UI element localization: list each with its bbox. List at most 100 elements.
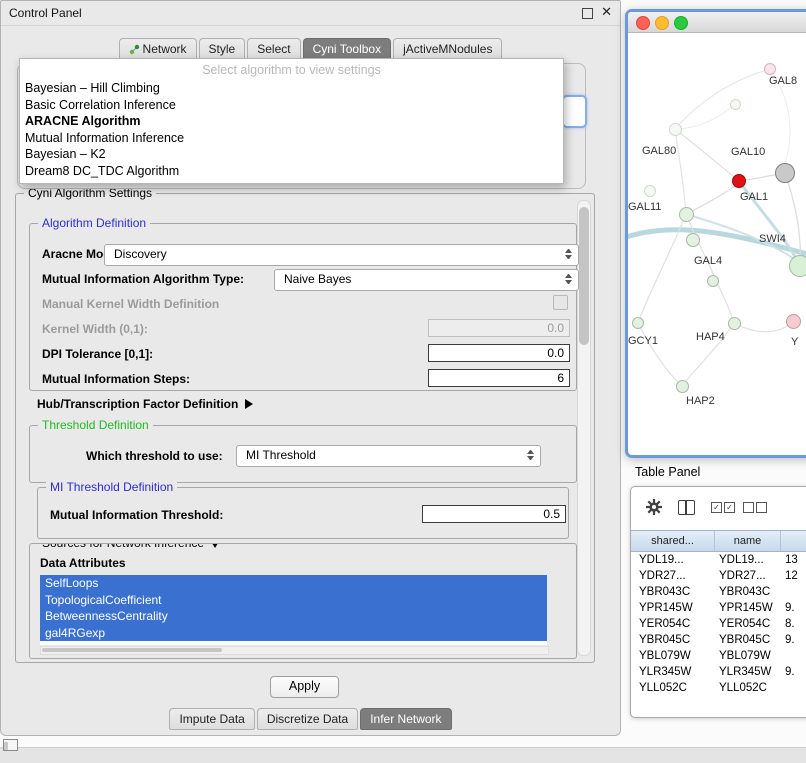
table-cell: 13 bbox=[781, 554, 806, 566]
table-cell: YBL079W bbox=[631, 650, 715, 662]
table-header-row: shared...name bbox=[631, 530, 806, 552]
algorithm-option[interactable]: Bayesian – K2 bbox=[20, 146, 563, 163]
network-node[interactable] bbox=[764, 63, 776, 75]
algorithm-combobox-fragment[interactable] bbox=[562, 95, 587, 128]
table-columns-icon[interactable] bbox=[678, 500, 695, 515]
network-node[interactable] bbox=[789, 255, 806, 277]
algorithm-option[interactable]: Dream8 DC_TDC Algorithm bbox=[20, 163, 563, 180]
dpi-tolerance-field[interactable]: 0.0 bbox=[428, 344, 570, 362]
tab-discretize-data[interactable]: Discretize Data bbox=[257, 708, 358, 730]
float-window-icon[interactable] bbox=[582, 8, 593, 19]
select-all-checkboxes-icon[interactable]: ✓✓ bbox=[711, 502, 735, 513]
algorithm-option-list: Bayesian – Hill ClimbingBasic Correlatio… bbox=[20, 80, 563, 179]
tab-style[interactable]: Style bbox=[199, 38, 246, 60]
algorithm-option[interactable]: Basic Correlation Inference bbox=[20, 97, 563, 114]
table-panel-title: Table Panel bbox=[635, 465, 700, 479]
network-node-label: HAP4 bbox=[696, 331, 725, 343]
network-node[interactable] bbox=[679, 207, 694, 222]
mi-steps-field[interactable]: 6 bbox=[428, 369, 570, 387]
mi-threshold-field[interactable]: 0.5 bbox=[422, 505, 566, 523]
tab-network[interactable]: Network bbox=[119, 38, 197, 60]
settings-scrollbar[interactable] bbox=[577, 200, 591, 656]
network-node[interactable] bbox=[669, 123, 682, 136]
panel-dock-icon[interactable] bbox=[3, 739, 18, 751]
network-node-label: HAP2 bbox=[686, 395, 715, 407]
which-threshold-value: MI Threshold bbox=[246, 448, 316, 462]
network-canvas[interactable]: GAL8GAL80GAL10GAL11GAL1SWI4GAL4GCY1HAP4H… bbox=[628, 33, 806, 449]
table-row[interactable]: YLL052CYLL052C bbox=[631, 680, 806, 696]
table-row[interactable]: YBL079WYBL079W bbox=[631, 648, 806, 664]
table-row[interactable]: YLR345WYLR345W9. bbox=[631, 664, 806, 680]
table-row[interactable]: YBR043CYBR043C bbox=[631, 584, 806, 600]
settings-scrollbar-thumb[interactable] bbox=[579, 207, 589, 345]
algorithm-placeholder: Select algorithm to view settings bbox=[20, 59, 563, 80]
algorithm-option[interactable]: Bayesian – Hill Climbing bbox=[20, 80, 563, 97]
close-icon[interactable]: ✕ bbox=[601, 4, 612, 20]
network-node[interactable] bbox=[707, 275, 719, 287]
deselect-all-checkboxes-icon[interactable] bbox=[743, 502, 767, 513]
network-node[interactable] bbox=[786, 314, 801, 329]
attribute-list-item[interactable]: TopologicalCoefficient bbox=[40, 592, 547, 609]
network-node[interactable] bbox=[775, 163, 795, 183]
network-node[interactable] bbox=[732, 174, 746, 188]
minimize-traffic-light-icon[interactable] bbox=[655, 16, 669, 30]
gear-icon[interactable] bbox=[645, 498, 663, 516]
network-node[interactable] bbox=[686, 233, 700, 247]
table-row[interactable]: YER054CYER054C8. bbox=[631, 616, 806, 632]
table-cell: YBR045C bbox=[715, 634, 781, 646]
zoom-traffic-light-icon[interactable] bbox=[674, 16, 688, 30]
tab-cyni-toolbox[interactable]: Cyni Toolbox bbox=[303, 38, 391, 60]
hub-definition-label: Hub/Transcription Factor Definition bbox=[37, 397, 238, 411]
tab-impute-data[interactable]: Impute Data bbox=[169, 708, 254, 730]
network-node[interactable] bbox=[676, 380, 689, 393]
table-cell: 9. bbox=[781, 634, 806, 646]
table-cell: YDL19... bbox=[715, 554, 781, 566]
network-node[interactable] bbox=[644, 185, 656, 197]
table-header-cell[interactable]: name bbox=[715, 531, 781, 551]
algorithm-option[interactable]: ARACNE Algorithm bbox=[20, 113, 563, 130]
network-node-label: Y bbox=[791, 336, 798, 348]
apply-button[interactable]: Apply bbox=[270, 676, 339, 698]
control-panel-titlebar: Control Panel ✕ bbox=[1, 1, 620, 26]
table-panel-window: ✓✓ shared...name YDL19...YDL19...13YDR27… bbox=[630, 486, 806, 718]
hub-definition-expander[interactable]: Hub/Transcription Factor Definition bbox=[37, 397, 253, 411]
aracne-mode-select[interactable]: Discovery bbox=[104, 244, 579, 266]
network-window-titlebar[interactable] bbox=[628, 12, 806, 33]
close-traffic-light-icon[interactable] bbox=[636, 16, 650, 30]
mi-type-select[interactable]: Naive Bayes bbox=[274, 269, 579, 291]
which-threshold-select[interactable]: MI Threshold bbox=[236, 445, 541, 467]
kernel-width-field[interactable]: 0.0 bbox=[428, 319, 570, 337]
threshold-definition-legend: Threshold Definition bbox=[38, 418, 153, 432]
network-node[interactable] bbox=[730, 99, 741, 110]
network-node[interactable] bbox=[632, 317, 644, 329]
sources-legend[interactable]: Sources for Network Inference bbox=[38, 543, 224, 550]
table-toolbar: ✓✓ bbox=[631, 487, 806, 530]
table-row[interactable]: YBR045CYBR045C9. bbox=[631, 632, 806, 648]
attribute-list-item[interactable]: gal4RGexp bbox=[40, 625, 547, 642]
table-row[interactable]: YDL19...YDL19...13 bbox=[631, 552, 806, 568]
tab-label: Cyni Toolbox bbox=[313, 42, 381, 57]
table-row[interactable]: YDR27...YDR27...12 bbox=[631, 568, 806, 584]
attribute-list-item[interactable]: SelfLoops bbox=[40, 575, 547, 592]
control-panel: Control Panel ✕ Network Style Select Cyn… bbox=[0, 0, 621, 736]
tab-infer-network[interactable]: Infer Network bbox=[360, 708, 451, 730]
tab-select[interactable]: Select bbox=[247, 38, 300, 60]
attributes-hscrollbar-thumb[interactable] bbox=[42, 648, 222, 652]
network-node-label: SWI4 bbox=[759, 233, 786, 245]
table-header-cell[interactable] bbox=[781, 531, 806, 551]
expander-arrow-down-icon bbox=[210, 543, 220, 548]
attribute-list-item[interactable]: BetweennessCentrality bbox=[40, 608, 547, 625]
tab-label: Network bbox=[143, 42, 187, 57]
table-cell: 9. bbox=[781, 666, 806, 678]
network-edge bbox=[686, 183, 739, 214]
table-row[interactable]: YPR145WYPR145W9. bbox=[631, 600, 806, 616]
algorithm-option[interactable]: Mutual Information Inference bbox=[20, 130, 563, 147]
tab-jactivemnodules[interactable]: jActiveMNodules bbox=[393, 38, 502, 60]
algorithm-definition-group: Algorithm Definition Aracne Mode: Discov… bbox=[29, 223, 577, 391]
threshold-definition-group: Threshold Definition Which threshold to … bbox=[29, 425, 577, 483]
data-attributes-list[interactable]: SelfLoopsTopologicalCoefficientBetweenne… bbox=[40, 575, 547, 645]
table-header-cell[interactable]: shared... bbox=[631, 531, 715, 551]
manual-kernel-checkbox[interactable] bbox=[553, 295, 568, 310]
network-node[interactable] bbox=[728, 317, 741, 330]
attributes-hscrollbar[interactable] bbox=[40, 646, 549, 655]
